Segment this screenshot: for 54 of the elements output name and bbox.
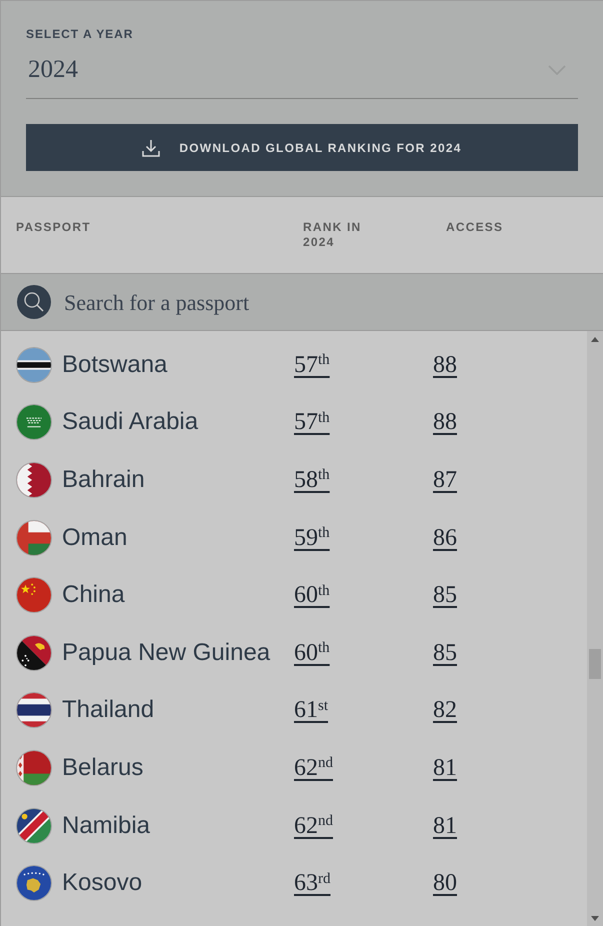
access-link[interactable]: 88 xyxy=(433,350,457,380)
rank-link[interactable]: 63$^{rd}$ xyxy=(294,870,330,896)
year-select[interactable]: 2024 xyxy=(26,55,578,99)
flag-icon xyxy=(16,404,52,440)
flag-icon xyxy=(16,865,52,902)
rank-link[interactable]: 58$^{th}$ xyxy=(294,466,330,493)
country-name: Papua New Guinea xyxy=(62,638,272,668)
column-header: ACCESS xyxy=(446,220,504,235)
country-name: Namibia xyxy=(62,810,152,841)
rank-link[interactable]: 62$^{nd}$ xyxy=(294,754,333,781)
flag-icon xyxy=(16,750,52,786)
flag-icon xyxy=(16,520,52,556)
rank-link[interactable]: 60$^{th}$ xyxy=(294,640,330,666)
country-name: Kosovo xyxy=(62,868,144,898)
access-link[interactable]: 81 xyxy=(433,810,457,841)
access-link[interactable]: 85 xyxy=(433,638,457,668)
access-link[interactable]: 80 xyxy=(433,868,457,898)
access-link[interactable]: 85 xyxy=(433,580,457,610)
country-name: Saudi Arabia xyxy=(62,407,200,438)
country-name: Botswana xyxy=(62,350,168,380)
country-name: Bahrain xyxy=(62,464,146,495)
access-link[interactable]: 86 xyxy=(433,522,457,553)
access-link[interactable]: 82 xyxy=(433,695,457,726)
rank-link[interactable]: 60$^{th}$ xyxy=(294,582,330,608)
search-input[interactable]: Search for a passport xyxy=(64,286,583,318)
flag-icon xyxy=(16,462,52,498)
search-icon xyxy=(17,285,51,319)
flag-icon xyxy=(16,692,52,728)
scrollbar[interactable] xyxy=(587,331,603,926)
column-header: RANK IN 2024 xyxy=(303,220,362,250)
rank-link[interactable]: 57$^{th}$ xyxy=(294,352,330,378)
country-name: Oman xyxy=(62,522,128,553)
scrollbar-thumb[interactable] xyxy=(589,649,601,679)
country-name: China xyxy=(62,580,126,610)
download-button[interactable]: DOWNLOAD GLOBAL RANKING FOR 2024 xyxy=(26,124,578,171)
caret-up-icon xyxy=(591,336,599,342)
caret-down-icon xyxy=(591,916,599,920)
access-link[interactable]: 88 xyxy=(433,407,457,438)
country-name: Belarus xyxy=(62,752,144,783)
rank-link[interactable]: 61$^{st}$ xyxy=(294,697,328,724)
rank-link[interactable]: 57$^{th}$ xyxy=(294,409,330,436)
flag-icon xyxy=(16,634,52,671)
access-link[interactable]: 81 xyxy=(433,752,457,783)
column-header: PASSPORT xyxy=(16,220,92,235)
download-icon xyxy=(142,138,160,156)
flag-icon xyxy=(16,577,52,614)
access-link[interactable]: 87 xyxy=(433,464,457,495)
rank-link[interactable]: 59$^{th}$ xyxy=(294,524,330,551)
search-field[interactable]: Search for a passport xyxy=(1,274,603,331)
flag-icon xyxy=(16,808,52,844)
flag-icon xyxy=(16,346,52,383)
country-name: Thailand xyxy=(62,695,156,726)
rank-link[interactable]: 62$^{nd}$ xyxy=(294,812,333,839)
select-label: SELECT A YEAR xyxy=(26,27,134,41)
